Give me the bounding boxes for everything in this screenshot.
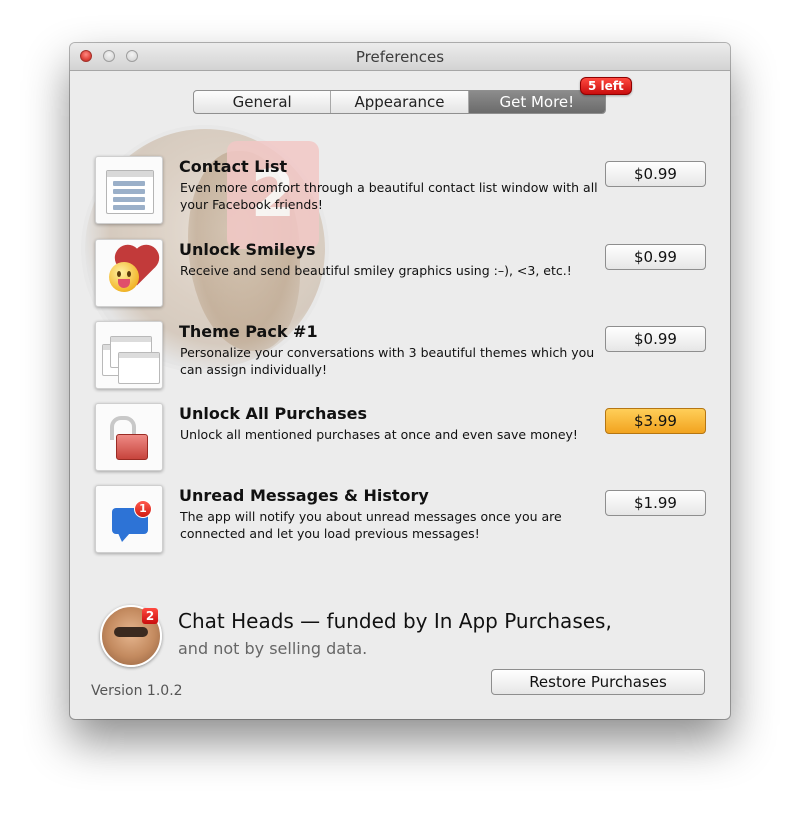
preferences-window: Preferences 2 General Appearance Get Mor… bbox=[70, 43, 730, 719]
item-description: Personalize your conversations with 3 be… bbox=[180, 345, 595, 377]
tab-general[interactable]: General bbox=[194, 91, 332, 113]
item-title: Unlock All Purchases bbox=[179, 404, 368, 423]
lock-body bbox=[116, 434, 148, 460]
buy-unread-messages-button[interactable]: $1.99 bbox=[605, 490, 706, 516]
item-description: Receive and send beautiful smiley graphi… bbox=[180, 263, 572, 278]
smiley-eye bbox=[117, 271, 121, 277]
purchase-item-contact-list: Contact List Even more comfort through a… bbox=[95, 156, 706, 228]
promo-title: Chat Heads — funded by In App Purchases, bbox=[178, 609, 612, 633]
remaining-count-badge: 5 left bbox=[580, 77, 632, 95]
item-description: The app will notify you about unread mes… bbox=[180, 509, 562, 541]
mini-contact-row bbox=[113, 181, 145, 186]
avatar-sunglasses bbox=[114, 627, 148, 637]
theme-windows-icon bbox=[95, 321, 163, 389]
tab-bar: General Appearance Get More! bbox=[193, 90, 606, 114]
buy-unlock-smileys-button[interactable]: $0.99 bbox=[605, 244, 706, 270]
unread-count-badge: 1 bbox=[134, 500, 152, 518]
contact-list-window-icon bbox=[95, 156, 163, 224]
purchase-item-theme-pack: Theme Pack #1 Personalize your conversat… bbox=[95, 321, 706, 393]
tab-appearance[interactable]: Appearance bbox=[331, 91, 469, 113]
mini-contact-row bbox=[113, 189, 145, 194]
purchase-item-unread-messages: 1 Unread Messages & History The app will… bbox=[95, 485, 706, 557]
version-label: Version 1.0.2 bbox=[91, 683, 183, 699]
avatar-badge: 2 bbox=[142, 608, 158, 624]
item-description: Even more comfort through a beautiful co… bbox=[180, 180, 598, 212]
restore-purchases-button[interactable]: Restore Purchases bbox=[491, 669, 705, 695]
buy-unlock-all-button[interactable]: $3.99 bbox=[605, 408, 706, 434]
item-title: Contact List bbox=[179, 157, 288, 176]
mini-contact-row bbox=[113, 197, 145, 202]
buy-contact-list-button[interactable]: $0.99 bbox=[605, 161, 706, 187]
smiley-heart-icon bbox=[95, 239, 163, 307]
purchase-item-unlock-all: Unlock All Purchases Unlock all mentione… bbox=[95, 403, 706, 475]
smiley-eye bbox=[127, 271, 131, 277]
item-title: Unlock Smileys bbox=[179, 240, 316, 259]
mini-contact-row bbox=[113, 205, 145, 210]
message-bubble-badge-icon: 1 bbox=[95, 485, 163, 553]
unlocked-padlock-icon bbox=[95, 403, 163, 471]
buy-theme-pack-button[interactable]: $0.99 bbox=[605, 326, 706, 352]
item-description: Unlock all mentioned purchases at once a… bbox=[180, 427, 578, 442]
promo-subtitle: and not by selling data. bbox=[178, 639, 368, 658]
smiley-face-icon bbox=[109, 262, 139, 292]
mini-contact-window bbox=[106, 170, 154, 214]
item-title: Theme Pack #1 bbox=[179, 322, 318, 341]
purchase-item-unlock-smileys: Unlock Smileys Receive and send beautifu… bbox=[95, 239, 706, 311]
item-title: Unread Messages & History bbox=[179, 486, 429, 505]
smiley-tongue bbox=[118, 279, 130, 288]
theme-window-preview bbox=[118, 352, 160, 384]
title-bar: Preferences bbox=[70, 43, 730, 71]
window-title: Preferences bbox=[355, 48, 445, 66]
